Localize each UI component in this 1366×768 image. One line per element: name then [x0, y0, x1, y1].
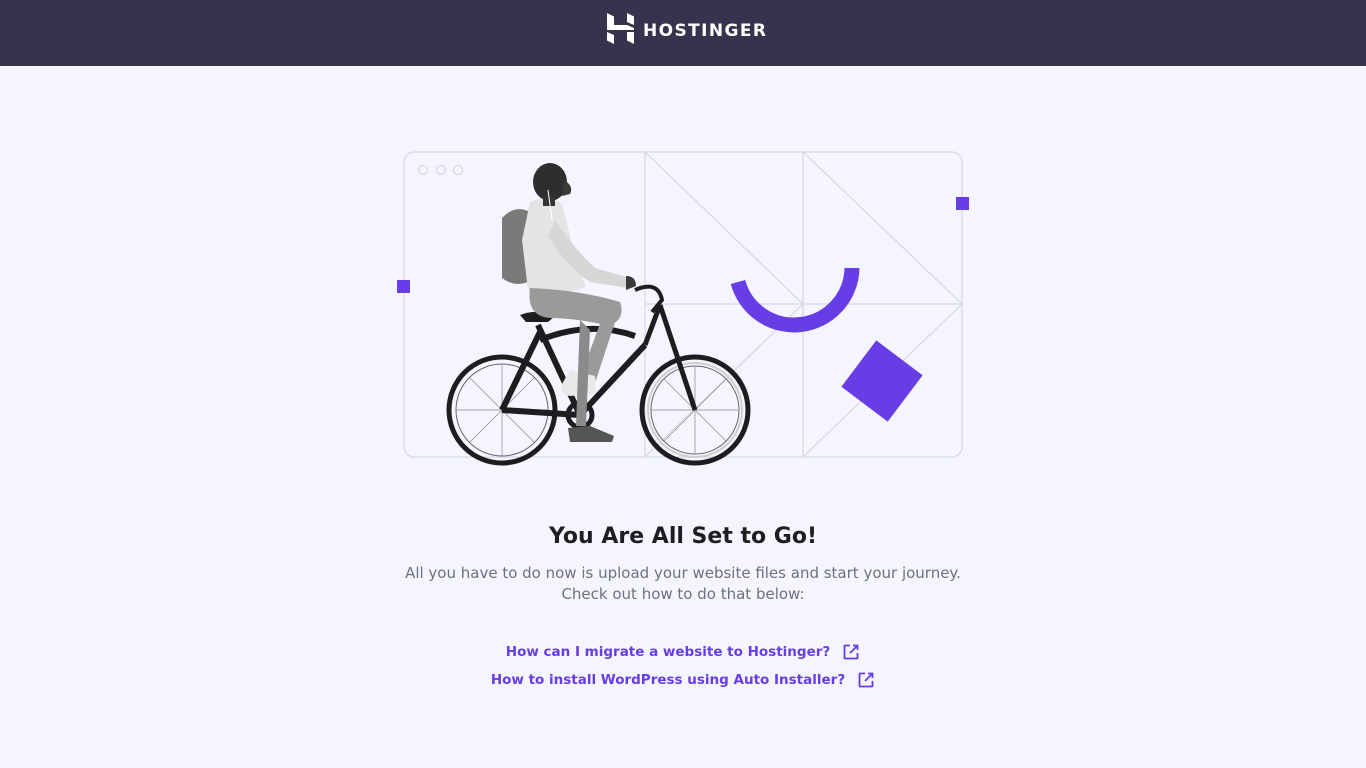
external-link-icon	[842, 643, 860, 661]
subtitle-line-1: All you have to do now is upload your we…	[405, 564, 961, 582]
top-header-bar: HOSTINGER	[0, 0, 1366, 66]
help-links: How can I migrate a website to Hostinger…	[0, 643, 1366, 689]
page-subtitle: All you have to do now is upload your we…	[0, 563, 1366, 605]
migrate-website-link[interactable]: How can I migrate a website to Hostinger…	[506, 643, 860, 661]
install-wordpress-link-label: How to install WordPress using Auto Inst…	[490, 672, 846, 688]
subtitle-line-2: Check out how to do that below:	[561, 585, 805, 603]
install-wordpress-link[interactable]: How to install WordPress using Auto Inst…	[491, 671, 875, 689]
migrate-website-link-label: How can I migrate a website to Hostinger…	[505, 644, 831, 660]
brand-name: HOSTINGER	[643, 20, 768, 41]
hero-illustration	[390, 140, 980, 480]
page-title: You Are All Set to Go!	[548, 524, 817, 549]
hostinger-logo-icon	[607, 13, 634, 48]
hostinger-logo[interactable]: HOSTINGER	[607, 13, 768, 48]
external-link-icon	[857, 671, 875, 689]
